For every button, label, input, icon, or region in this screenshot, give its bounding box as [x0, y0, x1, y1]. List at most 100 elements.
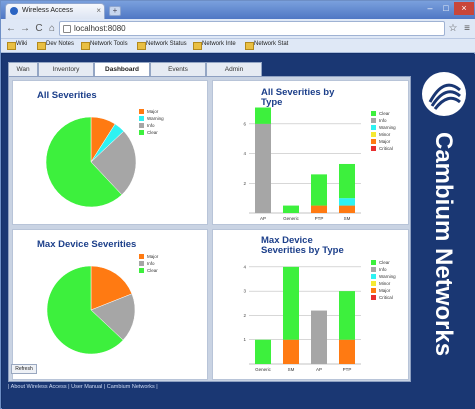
legend-swatch	[371, 260, 376, 265]
url-text: localhost:8080	[74, 24, 126, 33]
all-severities-by-type-bar-chart: 6 4 2 AP Generic PTP SM	[243, 107, 361, 221]
bookmark-item[interactable]: Network Inte	[193, 41, 236, 50]
bar-segment-clear	[311, 174, 327, 206]
close-window-button[interactable]: ×	[454, 2, 474, 15]
x-tick-label: Generic	[283, 216, 300, 221]
x-tick-label: PTP	[343, 367, 352, 372]
bar-segment-info	[311, 310, 327, 364]
tab-inventory[interactable]: Inventory	[38, 62, 94, 76]
legend-swatch	[371, 288, 376, 293]
all-severities-pie-chart	[45, 116, 137, 208]
bookmark-item[interactable]: Wiki	[7, 41, 27, 50]
maximize-button[interactable]: □	[438, 2, 454, 15]
legend: Clear Info Warning Minor Major Critical	[371, 260, 409, 310]
bar-segment-major	[311, 205, 327, 213]
bar-segment-major	[339, 339, 355, 364]
forward-button[interactable]: →	[18, 22, 32, 36]
address-bar[interactable]: localhost:8080	[59, 21, 445, 36]
browser-window: Wireless Access × + – □ × ← → C ⌂ localh…	[0, 0, 475, 409]
legend-swatch	[371, 132, 376, 137]
legend-swatch	[371, 111, 376, 116]
legend: Clear Info Warning Minor Major Critical	[371, 111, 409, 161]
legend-label: Warning	[379, 274, 396, 279]
footer-link-about[interactable]: About Wireless Access	[11, 384, 67, 390]
bookmark-star-icon[interactable]: ☆	[446, 22, 460, 36]
tab-strip: Wireless Access × + – □ ×	[1, 1, 475, 19]
navigation-bar: ← → C ⌂ localhost:8080 ☆ ≡	[1, 19, 475, 39]
refresh-button[interactable]: Refresh	[11, 364, 37, 374]
y-tick-label: 1	[243, 337, 246, 342]
x-tick-label: AP	[260, 216, 266, 221]
y-tick-label: 6	[243, 121, 246, 126]
tab-close-icon[interactable]: ×	[96, 6, 101, 15]
legend-swatch	[371, 295, 376, 300]
reload-button[interactable]: C	[32, 22, 46, 36]
legend-swatch	[371, 281, 376, 286]
cambium-logo-icon	[422, 72, 466, 116]
bar-segment-clear	[283, 205, 299, 213]
legend-swatch	[371, 118, 376, 123]
legend-label: Critical	[379, 295, 393, 300]
bookmark-item[interactable]: Network Stat	[245, 41, 288, 50]
browser-tab[interactable]: Wireless Access ×	[5, 3, 105, 19]
legend-swatch	[371, 267, 376, 272]
back-button[interactable]: ←	[4, 22, 18, 36]
brand-name: Cambium Networks	[430, 132, 457, 356]
legend: Major Info Clear	[139, 254, 199, 284]
page-icon	[63, 25, 71, 33]
app-tabs: Wan Inventory Dashboard Events Admin	[8, 62, 408, 76]
legend-swatch	[139, 123, 144, 128]
max-device-severities-by-type-bar-chart: 4 3 2 1 Generic SM AP PTP	[243, 264, 361, 372]
panel-title: All Severities	[37, 90, 97, 101]
favicon-icon	[10, 7, 18, 15]
tab-events[interactable]: Events	[150, 62, 206, 76]
footer-links: | About Wireless Access | User Manual | …	[8, 384, 158, 390]
legend-swatch	[139, 116, 144, 121]
bar-segment-clear	[255, 107, 271, 124]
legend-label: Clear	[147, 130, 158, 135]
legend-swatch	[371, 146, 376, 151]
bar-segment-clear	[255, 339, 271, 364]
new-tab-button[interactable]: +	[109, 6, 121, 16]
y-tick-label: 4	[243, 151, 246, 156]
brand-sidebar: Cambium Networks	[412, 62, 474, 392]
legend-label: Clear	[379, 260, 390, 265]
y-tick-label: 3	[243, 289, 246, 294]
y-tick-label: 2	[243, 313, 246, 318]
tab-title: Wireless Access	[22, 7, 73, 14]
all-severities-by-type-panel: All Severities by Type 6 4 2 AP Generic PTP SM…	[212, 80, 409, 225]
tab-admin[interactable]: Admin	[206, 62, 262, 76]
x-tick-label: SM	[344, 216, 351, 221]
footer-link-manual[interactable]: User Manual	[71, 384, 102, 390]
footer-link-cambium[interactable]: Cambium Networks	[107, 384, 155, 390]
x-tick-label: AP	[316, 367, 322, 372]
legend-label: Major	[379, 288, 391, 293]
legend-label: Minor	[379, 281, 391, 286]
legend-label: Clear	[147, 268, 158, 273]
max-device-severities-pie-chart	[46, 265, 136, 355]
bar-segment-warning	[339, 198, 355, 206]
bar-segment-clear	[283, 266, 299, 340]
panel-title: Max Device Severities	[37, 239, 137, 250]
legend-label: Major	[147, 254, 159, 259]
legend-label: Minor	[379, 132, 391, 137]
legend-swatch	[371, 274, 376, 279]
bookmark-item[interactable]: Network Tools	[81, 41, 128, 50]
minimize-button[interactable]: –	[422, 2, 438, 15]
bar-segment-major	[283, 339, 299, 364]
bookmark-item[interactable]: Network Status	[137, 41, 187, 50]
legend-label: Info	[379, 118, 387, 123]
legend-label: Major	[379, 139, 391, 144]
legend-swatch	[371, 139, 376, 144]
app-content: Wan Inventory Dashboard Events Admin All…	[2, 54, 475, 409]
tools-menu-button[interactable]: ≡	[460, 22, 474, 36]
tab-wan[interactable]: Wan	[8, 62, 38, 76]
legend-swatch	[139, 254, 144, 259]
legend-swatch	[139, 109, 144, 114]
x-tick-label: PTP	[315, 216, 324, 221]
legend-swatch	[371, 125, 376, 130]
home-button[interactable]: ⌂	[45, 22, 59, 36]
legend: Major Warning Info Clear	[139, 109, 199, 149]
tab-dashboard[interactable]: Dashboard	[94, 62, 150, 76]
bookmark-item[interactable]: Dev Notes	[37, 41, 74, 50]
